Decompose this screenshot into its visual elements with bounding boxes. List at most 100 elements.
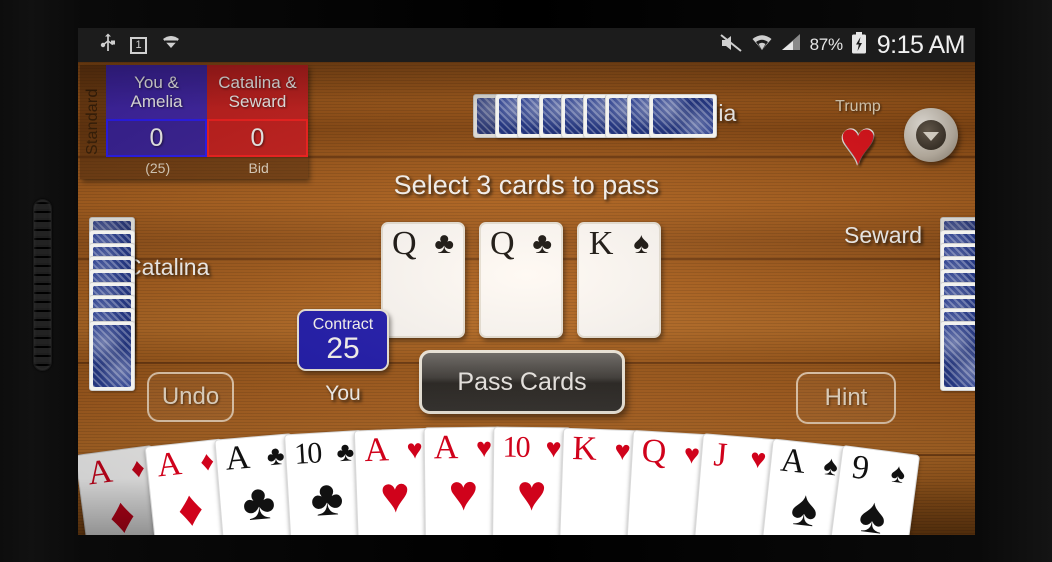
chevron-down-icon xyxy=(923,131,939,141)
card-suit-spades-icon: ♠ xyxy=(822,449,840,481)
card-back-pattern xyxy=(653,98,713,134)
card-suit-diamonds-icon: ♦ xyxy=(128,451,147,484)
card-rank: K xyxy=(588,225,614,262)
card-corner: A ♣ xyxy=(216,436,295,478)
selected-cards-to-pass: Q ♣ Q ♣ K ♠ xyxy=(381,222,661,338)
card-rank: K xyxy=(571,429,598,468)
battery-percent-label: 87% xyxy=(809,35,843,54)
card-suit-hearts-icon: ♥ xyxy=(475,432,493,463)
card-center-pip: ♣ xyxy=(308,468,345,527)
card-corner: Q ♣ xyxy=(481,224,561,264)
card-corner: A ♥ xyxy=(355,430,432,469)
card-back-pattern xyxy=(93,325,131,387)
card-rank: Q xyxy=(640,432,668,471)
team-us-name: You & Amelia xyxy=(106,65,207,119)
usb-icon xyxy=(100,33,116,58)
status-bar-left-icons: 1 xyxy=(100,33,181,58)
hand-card[interactable]: 9 ♠ ♠ xyxy=(827,444,921,535)
team-us-score: 0 xyxy=(106,119,207,157)
team-them-name: Catalina & Seward xyxy=(207,65,308,119)
undo-button[interactable]: Undo xyxy=(147,372,234,422)
selected-card[interactable]: Q ♣ xyxy=(479,222,563,338)
card-corner: K ♥ xyxy=(563,430,640,469)
card-rank: 10 xyxy=(502,430,529,465)
card-suit-spades-icon: ♠ xyxy=(633,227,650,260)
contract-label: Contract xyxy=(312,316,374,333)
card-rank: A xyxy=(85,452,115,493)
card-rank: A xyxy=(223,438,252,478)
team-them-name-line1: Catalina & xyxy=(218,73,297,92)
player-label-seward: Seward xyxy=(844,222,922,248)
contract-value: 25 xyxy=(326,332,360,365)
card-corner: Q ♥ xyxy=(632,432,710,472)
card-suit-diamonds-icon: ♦ xyxy=(198,444,216,477)
card-suit-hearts-icon: ♥ xyxy=(406,433,424,464)
notification-count-label: 1 xyxy=(135,38,142,51)
card-suit-hearts-icon: ♥ xyxy=(614,434,632,466)
selected-card[interactable]: K ♠ xyxy=(577,222,661,338)
player-label-catalina: Catalina xyxy=(125,254,210,280)
game-mode-label: Standard xyxy=(84,88,101,156)
team-us-name-line2: Amelia xyxy=(130,92,183,111)
notification-count-icon: 1 xyxy=(130,36,147,54)
card-corner: 10 ♥ xyxy=(494,430,570,467)
heart-icon: ♥ xyxy=(839,109,877,178)
battery-charging-icon xyxy=(851,31,867,59)
clock-label: 9:15 AM xyxy=(876,30,966,59)
card-rank: A xyxy=(778,441,808,481)
card-corner: A ♥ xyxy=(425,429,501,467)
card-suit-hearts-icon: ♥ xyxy=(749,442,768,474)
card-rank: J xyxy=(712,436,729,475)
hand-card[interactable]: A ♥ ♥ xyxy=(423,426,503,535)
card-center-pip: ♥ xyxy=(516,465,547,522)
card-suit-spades-icon: ♠ xyxy=(889,457,908,489)
card-suit-hearts-icon: ♥ xyxy=(545,432,562,464)
wifi-icon xyxy=(751,33,773,57)
device-frame: 1 87% 9:15 AM Standard You & Amelia Cata… xyxy=(0,0,1052,562)
status-bar-right-icons: 87% 9:15 AM xyxy=(720,30,966,60)
team-them-score: 0 xyxy=(207,119,308,157)
trump-indicator: Trump ♥ xyxy=(803,98,913,178)
pass-cards-button[interactable]: Pass Cards xyxy=(419,350,625,414)
player-label-you: You xyxy=(325,382,361,405)
card-center-pip: ♠ xyxy=(855,485,890,535)
menu-button[interactable] xyxy=(904,108,958,162)
card-center-pip: ♥ xyxy=(448,465,479,522)
card-corner: K ♠ xyxy=(579,224,659,264)
scoreboard[interactable]: Standard You & Amelia Catalina & Seward xyxy=(80,65,308,179)
score-values: 0 0 xyxy=(106,119,308,157)
team-them-name-line2: Seward xyxy=(228,92,287,111)
card-back xyxy=(940,321,975,391)
score-team-names: You & Amelia Catalina & Seward xyxy=(106,65,308,119)
card-suit-clubs-icon: ♣ xyxy=(265,439,286,471)
card-suit-clubs-icon: ♣ xyxy=(335,435,355,467)
card-corner: 10 ♣ xyxy=(285,432,363,472)
card-rank: Q xyxy=(489,225,515,262)
contract-badge: Contract 25 xyxy=(297,309,389,371)
card-corner: Q ♣ xyxy=(383,224,463,264)
phone-screen: 1 87% 9:15 AM Standard You & Amelia Cata… xyxy=(78,28,975,535)
card-corner: A ♦ xyxy=(146,441,225,485)
sound-muted-icon xyxy=(720,33,743,58)
card-rank: Q xyxy=(391,225,417,262)
card-back-pattern xyxy=(944,325,975,387)
android-status-bar: 1 87% 9:15 AM xyxy=(78,28,975,62)
card-center-pip: ♥ xyxy=(379,466,411,524)
card-rank: A xyxy=(155,444,184,485)
selected-card[interactable]: Q ♣ xyxy=(381,222,465,338)
card-back xyxy=(89,321,135,391)
speaker-grille xyxy=(33,199,52,371)
card-rank: 10 xyxy=(293,435,322,471)
team-us-name-line1: You & xyxy=(134,73,179,92)
wifi-settings-icon xyxy=(161,34,181,56)
score-grid: You & Amelia Catalina & Seward 0 0 (25) xyxy=(106,65,308,179)
card-corner: J ♥ xyxy=(701,436,780,478)
menu-button-inner xyxy=(916,120,946,150)
prompt-text: Select 3 cards to pass xyxy=(393,170,660,200)
card-suit-clubs-icon: ♣ xyxy=(532,227,553,260)
card-corner: A ♠ xyxy=(770,441,849,485)
card-suit-hearts-icon: ♥ xyxy=(682,438,701,469)
card-rank: 9 xyxy=(849,448,872,488)
cell-signal-icon xyxy=(781,33,802,57)
card-rank: A xyxy=(433,429,459,467)
